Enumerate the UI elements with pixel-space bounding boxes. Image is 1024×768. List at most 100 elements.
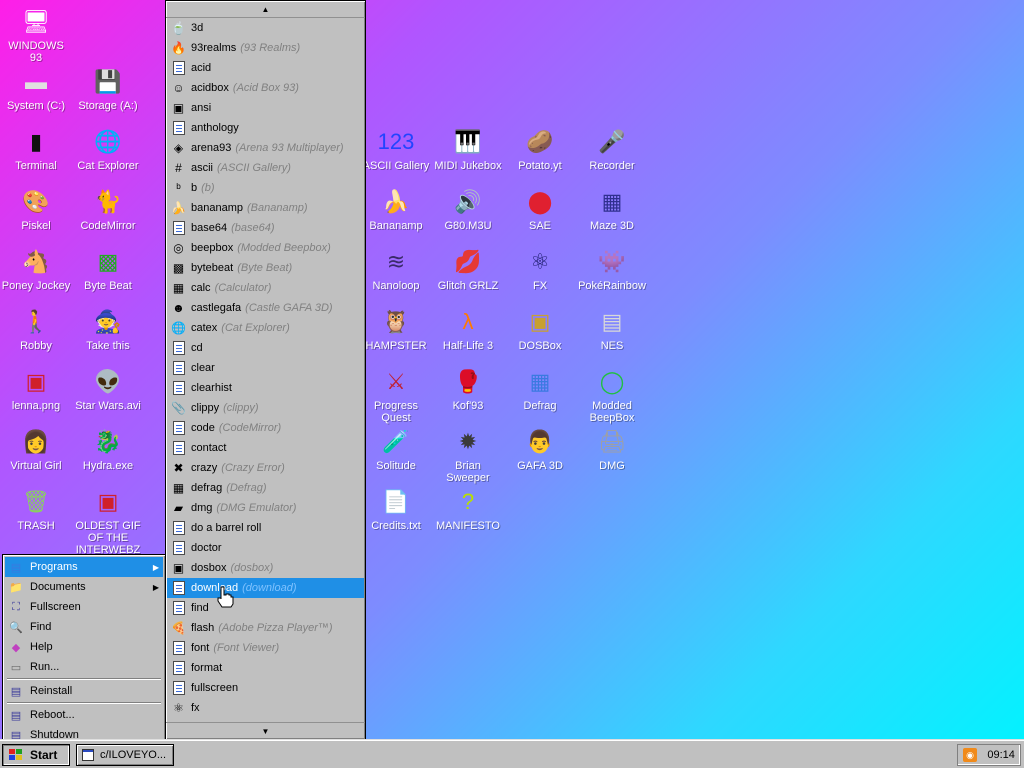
desktop-icon-system[interactable]: ▬ System (C:) xyxy=(0,62,72,122)
program-item[interactable]: fullscreen xyxy=(167,678,364,698)
desktop-icon-kof93[interactable]: 🥊 Kof'93 xyxy=(432,362,504,422)
program-item[interactable]: 🔥 93realms (93 Realms) xyxy=(167,38,364,58)
start-menu-item-reboot[interactable]: ▤ Reboot... xyxy=(5,705,163,725)
desktop-icon-recorder[interactable]: 🎤 Recorder xyxy=(576,122,648,182)
program-item[interactable]: ▣ ansi xyxy=(167,98,364,118)
desktop-icon-hampster[interactable]: 🦉 HAMPSTER xyxy=(360,302,432,362)
program-item[interactable]: ▰ dmg (DMG Emulator) xyxy=(167,498,364,518)
program-item[interactable]: clearhist xyxy=(167,378,364,398)
desktop-icon-maze-3d[interactable]: ▦ Maze 3D xyxy=(576,182,648,242)
desktop-icon-g80[interactable]: 🔊 G80.M3U xyxy=(432,182,504,242)
desktop-icon-star-wars[interactable]: 👽 Star Wars.avi xyxy=(72,362,144,422)
scroll-up-arrow-icon[interactable]: ▲ xyxy=(166,1,365,18)
start-menu-item-run[interactable]: ▭ Run... xyxy=(5,657,163,677)
desktop-icon-poney-jockey[interactable]: 🐴 Poney Jockey xyxy=(0,242,72,302)
robby-icon: 🚶 xyxy=(22,309,50,334)
program-item[interactable]: # ascii (ASCII Gallery) xyxy=(167,158,364,178)
taskbar-window-button[interactable]: c/ILOVEYO... xyxy=(76,744,174,766)
desktop-icon-pokerainbow[interactable]: 👾 PokéRainbow xyxy=(576,242,648,302)
desktop-icon-glitch-grlz[interactable]: 💋 Glitch GRLZ xyxy=(432,242,504,302)
program-icon: 🔥 xyxy=(171,41,186,55)
desktop-icon-potato[interactable]: 🥔 Potato.yt xyxy=(504,122,576,182)
desktop-icon-label: Nanoloop xyxy=(372,280,420,292)
document-icon xyxy=(171,121,186,136)
desktop-icon-cat-explorer[interactable]: 🌐 Cat Explorer xyxy=(72,122,144,182)
desktop-icon-take-this[interactable]: 🧙 Take this xyxy=(72,302,144,362)
desktop-icon-hydra[interactable]: 🐉 Hydra.exe xyxy=(72,422,144,482)
desktop-icon-progress-quest[interactable]: ⚔ Progress Quest xyxy=(360,362,432,425)
desktop-icon-dmg[interactable]: 🖨 DMG xyxy=(576,422,648,482)
desktop-icon-bananamp[interactable]: 🍌 Bananamp xyxy=(360,182,432,242)
program-item[interactable]: format xyxy=(167,658,364,678)
desktop-icon-byte-beat[interactable]: ▩ Byte Beat xyxy=(72,242,144,302)
desktop-icon-codemirror[interactable]: 🐈 CodeMirror xyxy=(72,182,144,242)
desktop-icon-trash[interactable]: 🗑 TRASH xyxy=(0,482,72,542)
program-item[interactable]: ✖ crazy (Crazy Error) xyxy=(167,458,364,478)
desktop-icon-half-life[interactable]: λ Half-Life 3 xyxy=(432,302,504,362)
start-menu-item-programs[interactable]: ▤ Programs ▶ xyxy=(5,557,163,577)
desktop-icon-virtual-girl[interactable]: 👩 Virtual Girl xyxy=(0,422,72,482)
program-item[interactable]: 🍵 3d xyxy=(167,18,364,38)
program-item[interactable]: ⚛ fx xyxy=(167,698,364,718)
program-item[interactable]: 🍌 bananamp (Bananamp) xyxy=(167,198,364,218)
desktop-icon-brian-sweeper[interactable]: ✹ Brian Sweeper xyxy=(432,422,504,485)
desktop-icon-dosbox[interactable]: ▣ DOSBox xyxy=(504,302,576,362)
program-item[interactable]: ▦ defrag (Defrag) xyxy=(167,478,364,498)
program-item[interactable]: ᵇ b (b) xyxy=(167,178,364,198)
program-item[interactable]: cd xyxy=(167,338,364,358)
program-item[interactable]: 📎 clippy (clippy) xyxy=(167,398,364,418)
program-item[interactable]: clear xyxy=(167,358,364,378)
desktop-icon-lenna[interactable]: ▣ lenna.png xyxy=(0,362,72,422)
program-item[interactable]: ☺ acidbox (Acid Box 93) xyxy=(167,78,364,98)
start-menu-item-fullscreen[interactable]: ⛶ Fullscreen xyxy=(5,597,163,617)
program-item[interactable]: ◎ beepbox (Modded Beepbox) xyxy=(167,238,364,258)
desktop-icon-midi-jukebox[interactable]: 🎹 MIDI Jukebox xyxy=(432,122,504,182)
program-item[interactable]: base64 (base64) xyxy=(167,218,364,238)
desktop-icon-sae[interactable]: ⬤ SAE xyxy=(504,182,576,242)
desktop-icon-robby[interactable]: 🚶 Robby xyxy=(0,302,72,362)
desktop-icon-piskel[interactable]: 🎨 Piskel xyxy=(0,182,72,242)
program-item[interactable]: doctor xyxy=(167,538,364,558)
desktop-icon-manifesto[interactable]: ? MANIFESTO xyxy=(432,482,504,542)
program-item[interactable]: download (download) xyxy=(167,578,364,598)
program-item[interactable]: ▣ dosbox (dosbox) xyxy=(167,558,364,578)
program-item[interactable]: contact xyxy=(167,438,364,458)
program-item[interactable]: find xyxy=(167,598,364,618)
program-item[interactable]: ▩ bytebeat (Byte Beat) xyxy=(167,258,364,278)
program-label: acid xyxy=(191,62,212,74)
desktop-icon-credits[interactable]: 📄 Credits.txt xyxy=(360,482,432,542)
program-item[interactable]: acid xyxy=(167,58,364,78)
rss-icon[interactable]: ◉ xyxy=(963,748,978,762)
desktop-icon-modded-beepbox[interactable]: ◯ Modded BeepBox xyxy=(576,362,648,425)
program-item[interactable]: font (Font Viewer) xyxy=(167,638,364,658)
desktop-icon-terminal[interactable]: ▮ Terminal xyxy=(0,122,72,182)
desktop-icon-windows93[interactable]: 🖥 WINDOWS 93 xyxy=(0,2,72,65)
desktop-icon-ascii-gallery[interactable]: 123 ASCII Gallery xyxy=(360,122,432,182)
program-item[interactable]: anthology xyxy=(167,118,364,138)
program-item[interactable]: 🍕 flash (Adobe Pizza Player™) xyxy=(167,618,364,638)
start-button[interactable]: Start xyxy=(2,744,70,766)
start-menu-item-documents[interactable]: 📁 Documents ▶ xyxy=(5,577,163,597)
desktop-icon-nanoloop[interactable]: ≋ Nanoloop xyxy=(360,242,432,302)
desktop-icon-defrag[interactable]: ▦ Defrag xyxy=(504,362,576,422)
desktop-icon-storage[interactable]: 💾 Storage (A:) xyxy=(72,62,144,122)
start-menu-item-reinstall[interactable]: ▤ Reinstall xyxy=(5,681,163,701)
desktop-icon-fx[interactable]: ⚛ FX xyxy=(504,242,576,302)
program-label: 93realms xyxy=(191,42,237,54)
program-item[interactable]: do a barrel roll xyxy=(167,518,364,538)
desktop-icon-oldest-gif[interactable]: ▣ OLDEST GIF OF THE INTERWEBZ xyxy=(72,482,144,557)
desktop-icon-label: Terminal xyxy=(15,160,57,172)
program-item[interactable]: ◈ arena93 (Arena 93 Multiplayer) xyxy=(167,138,364,158)
desktop-icon-nes[interactable]: ▤ NES xyxy=(576,302,648,362)
program-item[interactable]: ▦ calc (Calculator) xyxy=(167,278,364,298)
desktop-icon-gafa-3d[interactable]: 👨 GAFA 3D xyxy=(504,422,576,482)
start-menu-item-help[interactable]: ◆ Help xyxy=(5,637,163,657)
program-icon: 📎 xyxy=(171,401,186,415)
program-item[interactable]: 🌐 catex (Cat Explorer) xyxy=(167,318,364,338)
program-item[interactable]: code (CodeMirror) xyxy=(167,418,364,438)
desktop-icon-solitude[interactable]: 🧪 Solitude xyxy=(360,422,432,482)
start-menu-item-find[interactable]: 🔍 Find xyxy=(5,617,163,637)
scroll-down-arrow-icon[interactable]: ▼ xyxy=(166,722,365,739)
document-icon xyxy=(171,361,186,376)
program-item[interactable]: ☻ castlegafa (Castle GAFA 3D) xyxy=(167,298,364,318)
